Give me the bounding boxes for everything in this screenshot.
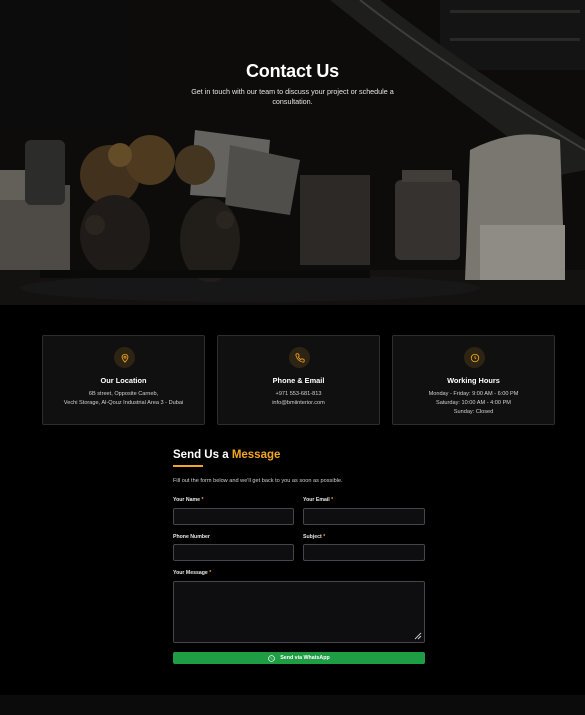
- message-textarea[interactable]: [173, 581, 425, 643]
- location-card: Our Location 6B street, Opposite Carneb,…: [42, 335, 205, 425]
- email-label: Your Email *: [303, 497, 334, 503]
- title-underline: [173, 465, 203, 467]
- footer-strip: [0, 695, 585, 715]
- subject-input[interactable]: [303, 544, 425, 561]
- phone-link[interactable]: +971 553-681-813: [218, 390, 379, 399]
- phone-label: Phone Number: [173, 534, 210, 540]
- card-title: Our Location: [100, 376, 147, 385]
- hero-banner: Contact Us Get in touch with our team to…: [0, 0, 585, 305]
- card-text: Monday - Friday: 9:00 AM - 6:00 PM Satur…: [428, 391, 519, 415]
- message-label: Your Message *: [173, 570, 212, 576]
- hours-card: Working Hours Monday - Friday: 9:00 AM -…: [392, 335, 555, 425]
- phone-input[interactable]: [173, 544, 294, 561]
- name-label: Your Name *: [173, 497, 204, 503]
- phone-icon: [289, 347, 310, 368]
- subject-label: Subject *: [303, 534, 326, 540]
- card-text: 6B street, Opposite Carneb, Vechi Storag…: [63, 391, 184, 406]
- location-pin-icon: [114, 347, 135, 368]
- form-title: Send Us a Message: [173, 449, 281, 461]
- email-link[interactable]: info@bmiinterior.com: [218, 399, 379, 408]
- card-title: Phone & Email: [272, 376, 325, 385]
- contact-card: Phone & Email +971 553-681-813 info@bmii…: [217, 335, 380, 425]
- page-title: Contact Us: [245, 61, 339, 81]
- clock-icon: [464, 347, 485, 368]
- send-whatsapp-button[interactable]: Send via WhatsApp: [173, 652, 425, 664]
- hero-overlay: [0, 0, 585, 305]
- email-input[interactable]: [303, 508, 425, 525]
- card-title: Working Hours: [447, 376, 500, 385]
- whatsapp-icon: [268, 654, 276, 662]
- hero-subtitle: Get in touch with our team to discuss yo…: [191, 87, 394, 106]
- name-input[interactable]: [173, 508, 294, 525]
- resize-grip-icon[interactable]: [414, 632, 422, 640]
- form-description: Fill out the form below and we'll get ba…: [173, 478, 343, 484]
- card-text: +971 553-681-813 info@bmiinterior.com: [218, 390, 379, 408]
